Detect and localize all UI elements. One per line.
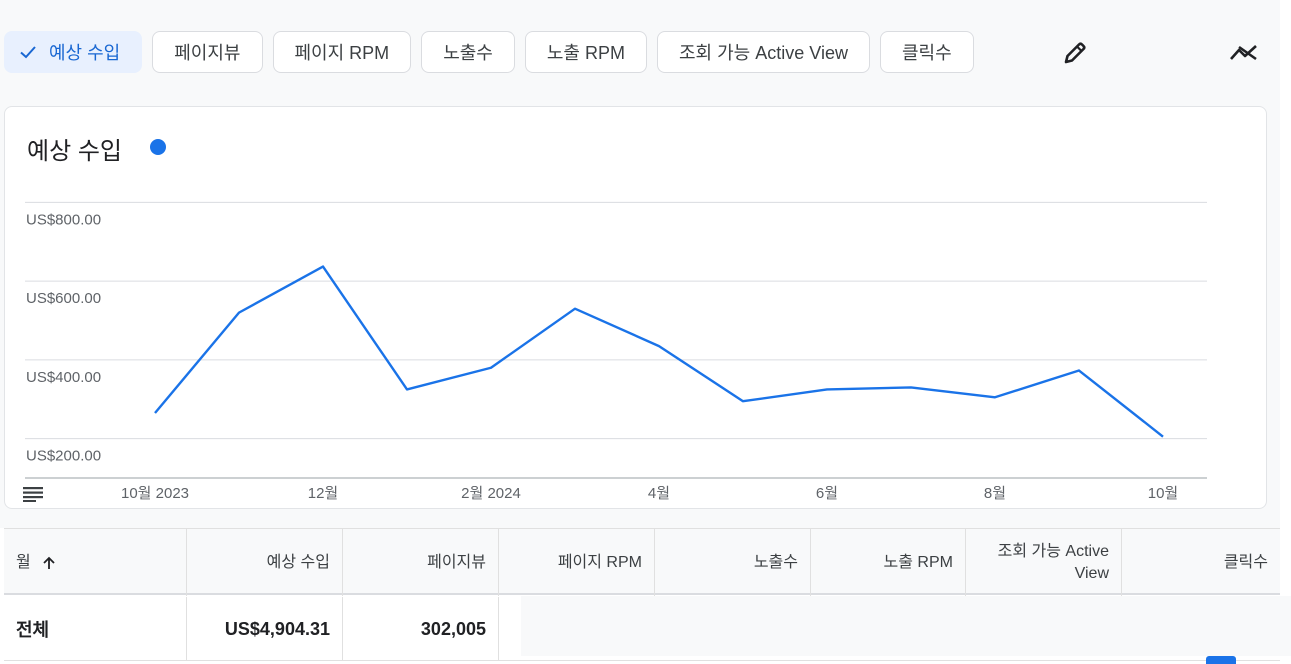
chip-page-views[interactable]: 페이지뷰 xyxy=(152,31,263,73)
column-header-month[interactable]: 월 xyxy=(4,529,187,596)
pencil-icon[interactable] xyxy=(1060,38,1090,68)
chip-label: 페이지뷰 xyxy=(174,43,241,63)
x-tick-label: 2월 2024 xyxy=(461,485,521,502)
chip-clicks[interactable]: 클릭수 xyxy=(879,31,974,73)
column-header-clicks[interactable]: 클릭수 xyxy=(1122,529,1280,596)
checkbox-partial[interactable] xyxy=(1206,656,1236,664)
column-header-active-view[interactable]: 조회 가능 Active View xyxy=(966,529,1122,596)
check-icon xyxy=(20,46,36,59)
series-line xyxy=(154,265,1164,438)
chip-estimated-earnings[interactable]: 예상 수입 xyxy=(4,31,143,73)
y-tick-label: US$400.00 xyxy=(26,369,101,386)
x-tick-label: 12월 xyxy=(308,485,339,502)
y-tick-label: US$600.00 xyxy=(26,290,101,307)
menu-lines-icon[interactable] xyxy=(23,486,43,502)
column-header-page-rpm[interactable]: 페이지 RPM xyxy=(499,529,655,596)
column-header-impressions[interactable]: 노출수 xyxy=(655,529,811,596)
column-header-page-views[interactable]: 페이지뷰 xyxy=(343,529,499,596)
x-tick-label: 6월 xyxy=(816,485,838,502)
chip-page-rpm[interactable]: 페이지 RPM xyxy=(272,31,412,73)
x-tick-label: 10월 xyxy=(1148,485,1179,502)
chip-impression-rpm[interactable]: 노출 RPM xyxy=(524,31,647,73)
y-tick-label: US$200.00 xyxy=(26,448,101,465)
total-page-views: 302,005 xyxy=(343,597,499,661)
x-tick-label: 10월 2023 xyxy=(121,485,189,502)
header-label: 월 xyxy=(16,553,31,571)
y-tick-label: US$800.00 xyxy=(26,211,101,228)
chip-impressions[interactable]: 노출수 xyxy=(421,31,515,73)
earnings-line-chart: US$200.00 US$400.00 US$600.00 US$800.00 10월 … xyxy=(25,201,1207,502)
column-header-impression-rpm[interactable]: 노출 RPM xyxy=(811,529,966,596)
chip-label: 클릭수 xyxy=(901,43,952,63)
chip-active-view[interactable]: 조회 가능 Active View xyxy=(657,31,870,73)
chip-label: 조회 가능 Active View xyxy=(679,43,848,63)
table-header: 월 예상 수입 페이지뷰 페이지 RPM 노출수 노출 RPM 조회 가능 Ac… xyxy=(4,528,1280,596)
chart-card: 예상 수입 US$200.00 US$400.00 US$600.00 US$800.… xyxy=(4,106,1267,509)
chip-label: 노출수 xyxy=(443,43,493,63)
trend-icon[interactable] xyxy=(1228,38,1260,68)
total-label: 전체 xyxy=(4,597,187,661)
chip-label: 예상 수입 xyxy=(49,43,121,63)
total-earnings: US$4,904.31 xyxy=(187,597,343,661)
x-tick-label: 8월 xyxy=(984,485,1006,502)
metric-chips: 예상 수입 페이지뷰 페이지 RPM 노출수 노출 RPM 조회 가능 Acti… xyxy=(4,30,984,74)
x-tick-label: 4월 xyxy=(648,485,670,502)
column-header-earnings[interactable]: 예상 수입 xyxy=(187,529,343,596)
chip-label: 페이지 RPM xyxy=(294,43,390,63)
chip-label: 노출 RPM xyxy=(546,43,625,63)
arrow-up-icon xyxy=(43,556,55,569)
loading-overlay xyxy=(521,596,1291,656)
